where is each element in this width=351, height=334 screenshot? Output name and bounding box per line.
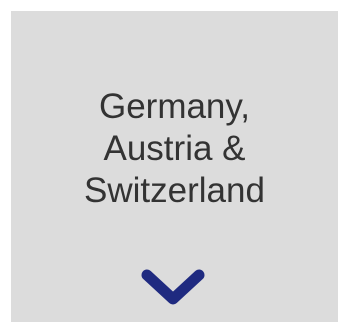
region-tile-germany-austria-switzerland[interactable]: Germany, Austria & Switzerland bbox=[11, 11, 338, 322]
region-label-line-1: Germany, bbox=[98, 87, 251, 126]
chevron-down-icon[interactable] bbox=[141, 269, 205, 309]
region-label-line-3: Switzerland bbox=[84, 171, 265, 210]
region-label-line-2: Austria & bbox=[103, 129, 246, 168]
region-tile-label: Germany, Austria & Switzerland bbox=[11, 86, 338, 212]
